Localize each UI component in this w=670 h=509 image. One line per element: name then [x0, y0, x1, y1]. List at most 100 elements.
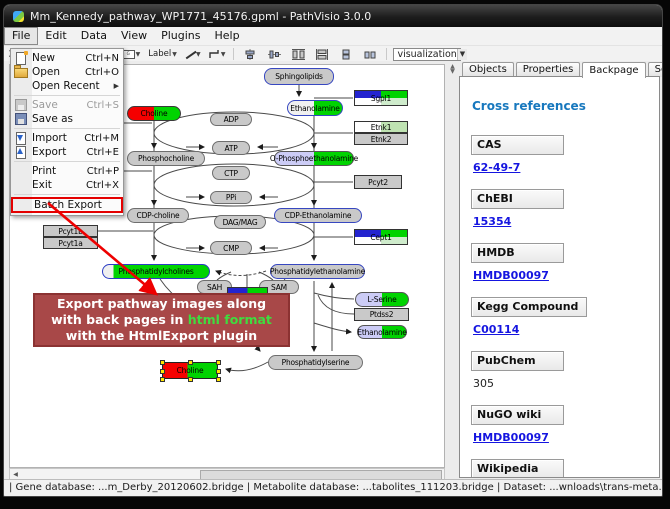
align-center-x-button[interactable]	[240, 46, 260, 62]
file-menu-item-open[interactable]: OpenCtrl+O	[11, 65, 123, 79]
tab-objects[interactable]: Objects	[462, 62, 514, 77]
pathway-node-cdp-ethanolamine[interactable]: CDP-Ethanolamine	[274, 208, 362, 223]
xref-section-wikipedia: WikipediaCholine	[471, 457, 659, 478]
pathway-node-choline[interactable]: Choline	[162, 362, 218, 379]
selection-handle[interactable]	[160, 377, 165, 382]
pathway-node-etnk1[interactable]: Etnk1	[354, 121, 408, 133]
selection-handle[interactable]	[216, 369, 221, 374]
pathway-node-adp[interactable]: ADP	[210, 113, 252, 126]
menu-item-shortcut: Ctrl+E	[87, 147, 120, 158]
pathway-node-o-phosphoethanolamine[interactable]: O-Phosphoethanolamine	[274, 151, 354, 166]
pathway-node-atp[interactable]: ATP	[212, 141, 250, 155]
xref-value: HMDB00097	[473, 269, 659, 282]
pathway-node-cmp[interactable]: CMP	[210, 241, 252, 255]
xref-database-name: PubChem	[471, 351, 564, 371]
selection-handle[interactable]	[160, 369, 165, 374]
tab-properties[interactable]: Properties	[516, 62, 581, 77]
xref-database-name: ChEBI	[471, 189, 564, 209]
file-menu-item-save-as[interactable]: Save as	[11, 112, 123, 126]
selection-handle[interactable]	[188, 360, 193, 365]
xref-database-name: Kegg Compound	[471, 297, 587, 317]
menubar-item-plugins[interactable]: Plugins	[154, 27, 207, 45]
xref-link[interactable]: C00114	[473, 323, 519, 336]
file-menu-item-new[interactable]: NewCtrl+N	[11, 51, 123, 65]
pathway-node-sphingolipids[interactable]: Sphingolipids	[264, 68, 334, 85]
title-bar[interactable]: Mm_Kennedy_pathway_WP1771_45176.gpml - P…	[4, 5, 662, 27]
line-tool-button[interactable]: ▼	[183, 46, 203, 62]
xref-value: 15354	[473, 215, 659, 228]
pathway-node-pcyt1b[interactable]: Pcyt1b	[43, 225, 98, 237]
label-tool-button[interactable]: Label ▼	[146, 46, 179, 62]
xref-link[interactable]: HMDB00097	[473, 431, 549, 444]
menu-item-label: Save as	[32, 113, 119, 125]
chevron-down-icon: ▼	[457, 49, 467, 60]
common-height-button[interactable]	[288, 46, 308, 62]
menu-item-label: Import	[32, 132, 81, 144]
selection-handle[interactable]	[188, 377, 193, 382]
stack-vertical-button[interactable]	[336, 46, 356, 62]
menu-item-label: Open Recent	[32, 80, 111, 92]
xref-link[interactable]: 62-49-7	[473, 161, 520, 174]
stack-horizontal-button[interactable]	[360, 46, 380, 62]
common-width-button[interactable]	[312, 46, 332, 62]
pathway-node-phosphocholine[interactable]: Phosphocholine	[127, 151, 205, 166]
pathway-node-pcyt1a[interactable]: Pcyt1a	[43, 237, 98, 249]
tab-backpage[interactable]: Backpage	[582, 62, 645, 78]
cross-reference-list: CAS62-49-7 ChEBI 15354 HMDB HMDB00097 Kegg Co…	[471, 133, 659, 478]
pathway-node-ctp[interactable]: CTP	[212, 166, 250, 180]
annotation-callout: Export pathway images along with back pa…	[33, 293, 290, 347]
scroll-left-icon[interactable]: ◀	[10, 469, 21, 479]
pathway-node-ptdss2[interactable]: Ptdss2	[354, 308, 409, 321]
align-center-y-button[interactable]	[264, 46, 284, 62]
menubar-item-data[interactable]: Data	[74, 27, 114, 45]
file-menu-item-import[interactable]: ImportCtrl+M	[11, 131, 123, 145]
file-menu-item-print[interactable]: PrintCtrl+P	[11, 164, 123, 178]
pathway-node-ethanolamine[interactable]: Ethanolamine	[287, 100, 343, 116]
pathway-node-etnk2[interactable]: Etnk2	[354, 133, 408, 145]
file-menu-item-export[interactable]: ExportCtrl+E	[11, 145, 123, 159]
floppy-icon	[13, 113, 29, 125]
xref-database-name: NuGO wiki	[471, 405, 564, 425]
xref-link[interactable]: HMDB00097	[473, 269, 549, 282]
pathway-node-phosphatidylserine[interactable]: Phosphatidylserine	[268, 355, 363, 370]
menu-separator	[14, 194, 120, 195]
screenshot-root: { "window": { "title": "Mm_Kennedy_pathw…	[0, 0, 670, 509]
menubar-item-view[interactable]: View	[114, 27, 154, 45]
file-menu-item-exit[interactable]: ExitCtrl+X	[11, 178, 123, 192]
menubar-item-edit[interactable]: Edit	[38, 27, 73, 45]
selection-handle[interactable]	[216, 360, 221, 365]
xref-section-kegg-compound: Kegg Compound C00114	[471, 295, 659, 336]
file-menu-item-batch-export[interactable]: Batch Export	[11, 197, 123, 213]
xref-link[interactable]: 15354	[473, 215, 511, 228]
selection-handle[interactable]	[216, 377, 221, 382]
tab-search[interactable]: Search	[648, 62, 663, 77]
pathway-node-sgpl1[interactable]: Sgpl1	[354, 90, 408, 106]
pathway-node-phosphatidylethanolamine[interactable]: Phosphatidylethanolamine	[270, 264, 365, 279]
xref-section-cas: CAS62-49-7	[471, 133, 659, 174]
connector-tool-button[interactable]: ▼	[207, 46, 228, 62]
xref-database-name: HMDB	[471, 243, 564, 263]
visualization-combobox[interactable]: visualization ▼	[393, 48, 461, 61]
side-panel: ObjectsPropertiesBackpageSearchLegend Cr…	[459, 61, 660, 480]
pathway-node-ppi[interactable]: PPi	[210, 191, 252, 204]
menubar-item-help[interactable]: Help	[208, 27, 247, 45]
pathway-node-l-serine[interactable]: L-Serine	[355, 292, 409, 307]
pathway-node-phosphatidylcholines[interactable]: Phosphatidylcholines	[102, 264, 210, 279]
pathway-node-cdp-choline[interactable]: CDP-choline	[127, 208, 189, 223]
menu-item-shortcut: Ctrl+P	[87, 166, 119, 177]
cross-references-heading: Cross references	[472, 99, 659, 113]
menu-item-shortcut: Ctrl+S	[86, 100, 119, 111]
xref-value: HMDB00097	[473, 431, 659, 444]
pathway-node-ethanolamine[interactable]: Ethanolamine	[357, 325, 407, 339]
selection-handle[interactable]	[160, 360, 165, 365]
file-menu-item-open-recent[interactable]: Open Recent▶	[11, 79, 123, 93]
pathway-node-pcyt2[interactable]: Pcyt2	[354, 175, 402, 189]
pathway-node-cept1[interactable]: Cept1	[354, 229, 408, 245]
xref-text: 305	[473, 377, 494, 390]
file-menu-item-save[interactable]: SaveCtrl+S	[11, 98, 123, 112]
pathway-node-dag-mag[interactable]: DAG/MAG	[214, 215, 266, 229]
blank-icon	[13, 80, 29, 92]
pathway-node-choline[interactable]: Choline	[127, 106, 181, 121]
menubar-item-file[interactable]: File	[4, 27, 38, 45]
split-pane-divider[interactable]: ▲▼	[446, 61, 459, 480]
